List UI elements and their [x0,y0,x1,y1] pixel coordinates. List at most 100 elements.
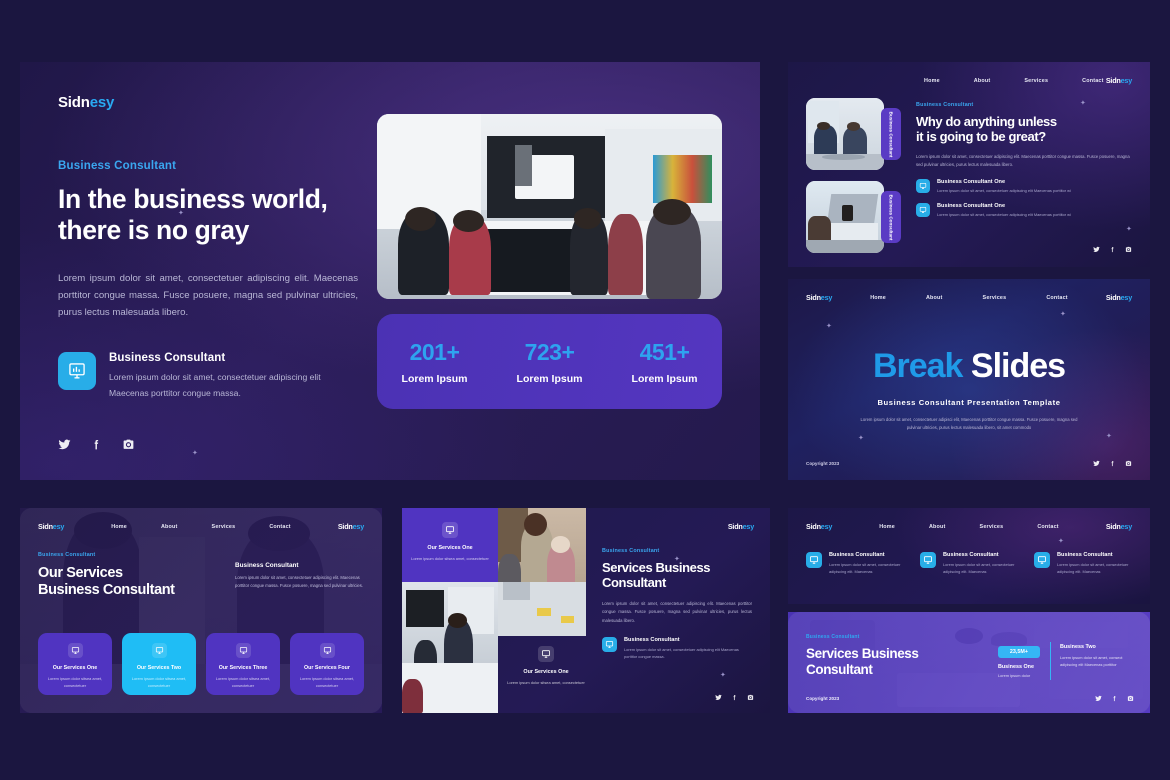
hero-feature: Business Consultant Lorem ipsum dolor si… [58,351,358,402]
instagram-camera-icon[interactable] [122,438,135,451]
why-paragraph: Lorem ipsum dolor sit amet, consectetuer… [916,154,1130,168]
hero-social-links[interactable] [58,438,135,451]
service-card-three[interactable]: Our Services Three Lorem ipsum dolor sit… [206,633,280,695]
break-title-accent: Break [872,347,964,385]
stat-number: 723+ [524,338,575,365]
nav-link-home[interactable]: Home [924,78,940,84]
slide-break-navbar[interactable]: Sidnesy Home About Services Contact Sidn… [806,293,1132,302]
chart-monitor-icon [920,552,936,568]
slide-why-navbar[interactable]: Home About Services Contact Sidnesy [806,76,1132,85]
slide-break-slides[interactable]: Sidnesy Home About Services Contact Sidn… [788,279,1150,480]
nav-link-contact[interactable]: Contact [1046,295,1067,301]
services-tile-b[interactable]: Our Services One Lorem ipsum dolor sitse… [498,646,594,686]
twitter-icon[interactable] [1095,695,1102,702]
nav-link-contact[interactable]: Contact [269,524,290,530]
banner-social-links[interactable] [1095,695,1134,702]
nav-link-about[interactable]: About [929,524,946,530]
services-business-social-links[interactable] [715,694,754,701]
slide-services-banner[interactable]: Business Consultant Services Business Co… [788,612,1150,713]
facebook-icon[interactable] [1109,246,1116,253]
nav-link-services[interactable]: Services [212,524,236,530]
instagram-camera-icon[interactable] [1125,460,1132,467]
why-social-links[interactable] [1093,246,1132,253]
our-services-title-line2: Business Consultant [38,581,175,598]
nav-link-contact[interactable]: Contact [1037,524,1058,530]
slide-our-services[interactable]: Sidnesy Home About Services Contact Sidn… [20,508,382,713]
nav-link-contact[interactable]: Contact [1082,78,1103,84]
twitter-icon[interactable] [1093,246,1100,253]
nav-link-home[interactable]: Home [111,524,127,530]
three-up-item[interactable]: Business Consultant Lorem ipsum dolor si… [1034,552,1132,575]
service-card-four[interactable]: Our Services Four Lorem ipsum dolor sits… [290,633,364,695]
nav-links[interactable]: Home About Services Contact [832,524,1106,530]
facebook-icon[interactable] [731,694,738,701]
hero-photo-meeting-room [377,114,722,299]
banner-kpi2-title: Business Two [1060,644,1096,650]
nav-link-about[interactable]: About [926,295,943,301]
instagram-camera-icon[interactable] [747,694,754,701]
banner-kpi-two: Business Two Lorem ipsum dolor sit amet,… [1060,644,1134,668]
sparkle-icon: ✦ [1106,433,1112,440]
slide-deck-board: Sidnesy ✦ ✦ Business Consultant In the b… [0,0,1170,780]
facebook-icon[interactable] [1109,460,1116,467]
slide-services-business[interactable]: Our Services One Lorem ipsum dolor sitse… [402,508,770,713]
instagram-camera-icon[interactable] [1127,695,1134,702]
hero-stats-panel: 201+ Lorem Ipsum 723+ Lorem Ipsum 451+ L… [377,314,722,409]
twitter-icon[interactable] [58,438,71,451]
brand-logo-right: Sidnesy [338,522,364,531]
twitter-icon[interactable] [1093,460,1100,467]
facebook-icon[interactable] [90,438,103,451]
our-services-side-desc: Lorem ipsum dolor sit amet, consectetuer… [235,575,364,589]
slide-three-up-features[interactable]: Sidnesy Home About Services Contact Sidn… [788,508,1150,604]
nav-link-services[interactable]: Services [980,524,1004,530]
nav-link-about[interactable]: About [161,524,178,530]
instagram-camera-icon[interactable] [1125,246,1132,253]
service-card-two[interactable]: Our Services Two Lorem ipsum dolor sitse… [122,633,196,695]
brand-logo-prefix: Sidn [58,94,90,111]
why-photo-handshake [806,98,884,170]
why-photo-stack: Business Consultant Business Consultant [806,98,901,264]
services-business-row-title: Business Consultant [624,636,680,643]
services-business-row-desc: Lorem ipsum dolor sit amet, consectetuer… [624,646,739,659]
nav-link-about[interactable]: About [974,78,991,84]
brand-logo-prefix: Sidn [727,522,743,531]
chart-monitor-icon [806,552,822,568]
why-copy-block: Business Consultant Why do anything unle… [916,102,1132,218]
why-photo-tag-label: Business Consultant [888,111,894,157]
stat-label: Lorem Ipsum [631,372,698,385]
nav-links[interactable]: Home About Services Contact [64,524,338,530]
twitter-icon[interactable] [715,694,722,701]
slide-three-up-navbar[interactable]: Sidnesy Home About Services Contact Sidn… [806,522,1132,531]
stat-number: 451+ [639,338,690,365]
nav-link-services[interactable]: Services [983,295,1007,301]
facebook-icon[interactable] [1111,695,1118,702]
slide-our-services-navbar[interactable]: Sidnesy Home About Services Contact Sidn… [38,522,364,531]
sparkle-icon: ✦ [1126,226,1132,233]
why-title-line2: it is going to be great? [916,129,1046,145]
break-social-links[interactable] [1093,460,1132,467]
nav-link-home[interactable]: Home [879,524,895,530]
hero-feature-desc: Lorem ipsum dolor sit amet, consectetuer… [109,371,321,398]
slide-why-do-anything[interactable]: Home About Services Contact Sidnesy Busi… [788,62,1150,267]
our-services-card-list[interactable]: Our Services One Lorem ipsum dolor sitse… [38,633,364,695]
our-services-heading-block: Business Consultant Our Services Busines… [38,552,228,599]
banner-eyebrow: Business Consultant [806,634,860,640]
services-tile-a[interactable]: Our Services One Lorem ipsum dolor sitse… [402,522,498,562]
nav-link-services[interactable]: Services [1024,78,1048,84]
nav-link-home[interactable]: Home [870,295,886,301]
banner-kpi-pill: 23,5M+ [998,646,1040,658]
services-business-feature-row: Business Consultant Lorem ipsum dolor si… [602,636,752,660]
nav-links[interactable]: Home About Services Contact [832,295,1106,301]
three-up-list: Business Consultant Lorem ipsum dolor si… [806,552,1132,575]
hero-paragraph: Lorem ipsum dolor sit amet, consectetuer… [58,273,358,319]
service-card-one[interactable]: Our Services One Lorem ipsum dolor sitse… [38,633,112,695]
hero-title-line1: In the business world, [58,184,328,214]
slide-hero[interactable]: Sidnesy ✦ ✦ Business Consultant In the b… [20,62,760,480]
three-up-item[interactable]: Business Consultant Lorem ipsum dolor si… [806,552,904,575]
why-photo-laptop-coffee [806,181,884,253]
services-tile-a-desc: Lorem ipsum dolor sitsea amet, consectet… [411,556,489,561]
three-up-item[interactable]: Business Consultant Lorem ipsum dolor si… [920,552,1018,575]
banner-copyright: Copyright 2023 [806,696,840,701]
our-services-title: Our Services Business Consultant [38,565,228,599]
nav-links[interactable]: Home About Services Contact [806,78,1106,84]
